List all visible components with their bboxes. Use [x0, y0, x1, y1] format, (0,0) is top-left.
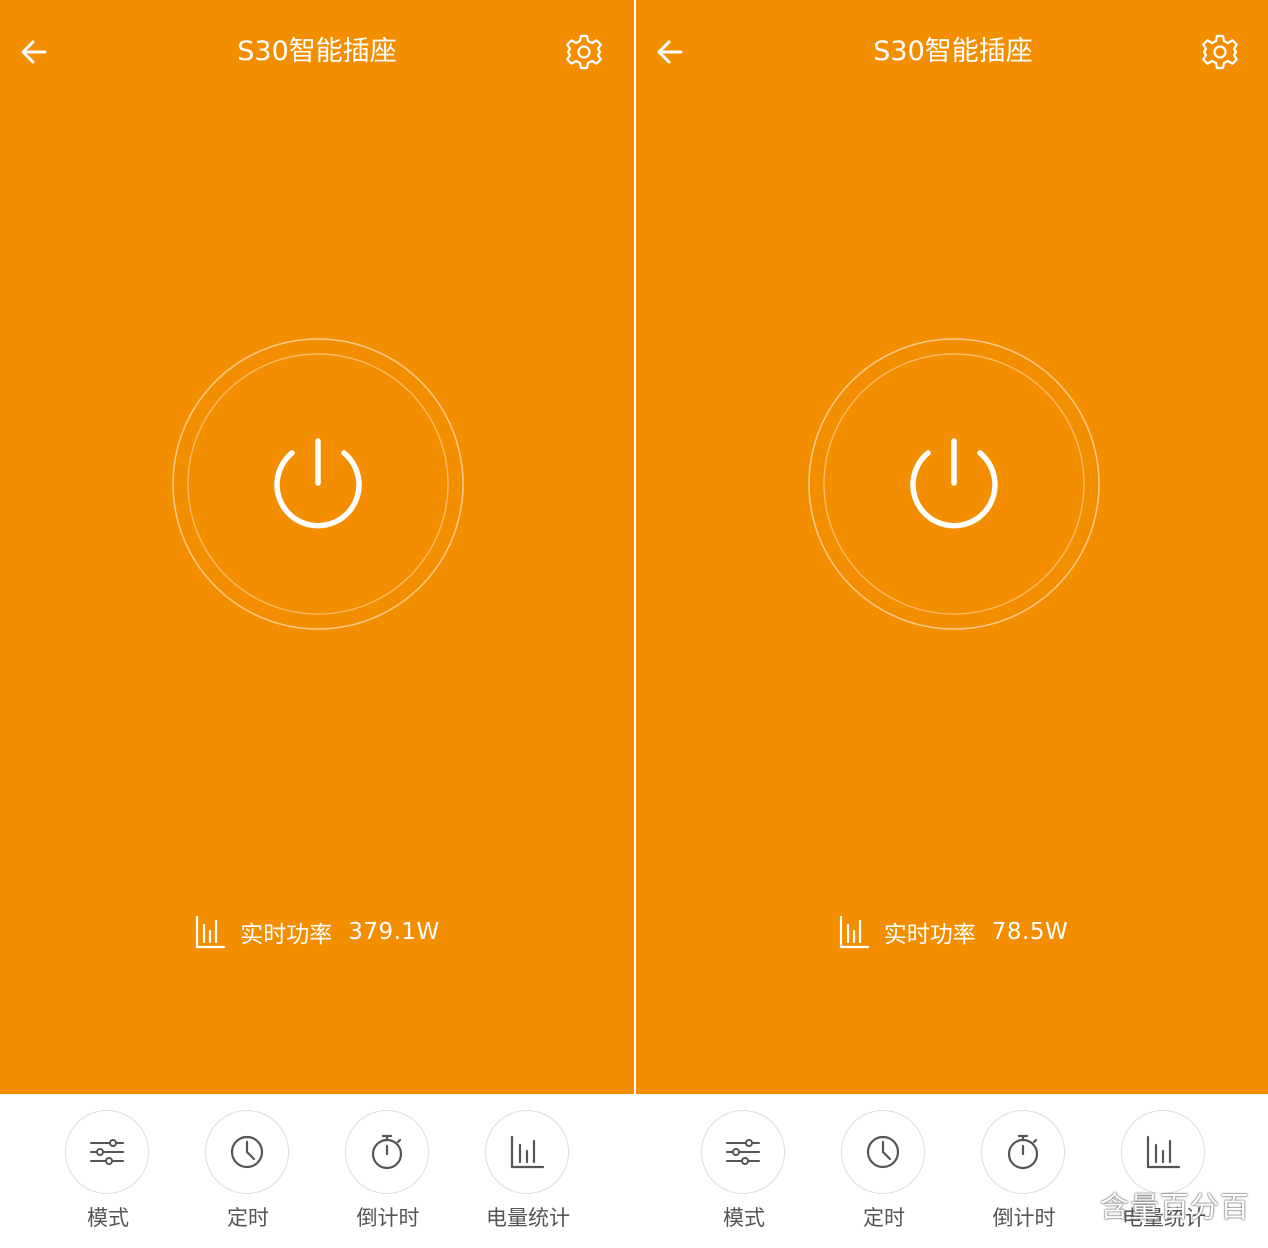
- bottom-dock: 模式 定时 倒计时 电量统计: [0, 1094, 634, 1248]
- schedule-button[interactable]: 定时: [814, 1110, 954, 1240]
- power-value: 379.1W: [348, 919, 440, 945]
- stopwatch-icon: [371, 1134, 403, 1170]
- bar-chart-icon: [196, 915, 226, 949]
- settings-button[interactable]: [562, 30, 606, 74]
- mode-button-circle: [65, 1110, 149, 1194]
- stopwatch-icon: [1007, 1134, 1039, 1170]
- arrow-left-icon: [657, 40, 683, 64]
- power-label: 实时功率: [883, 922, 976, 948]
- power-button[interactable]: [170, 338, 466, 634]
- mode-button[interactable]: 模式: [674, 1110, 814, 1240]
- arrow-left-icon: [21, 40, 47, 64]
- countdown-button-circle: [981, 1110, 1065, 1194]
- control-area: S30智能插座: [636, 0, 1268, 1094]
- sliders-icon: [90, 1139, 124, 1165]
- back-button[interactable]: [650, 32, 690, 72]
- control-area: S30智能插座: [0, 0, 634, 1094]
- clock-icon: [230, 1135, 264, 1169]
- schedule-button-circle: [205, 1110, 289, 1194]
- mode-label: 模式: [87, 1206, 129, 1230]
- schedule-label: 定时: [863, 1206, 905, 1230]
- page-title: S30智能插座: [873, 36, 1033, 67]
- energy-stats-label: 电量统计: [486, 1206, 570, 1230]
- bar-chart-icon: [510, 1135, 545, 1169]
- gear-icon: [566, 34, 602, 70]
- power-reading: 实时功率 379.1W: [0, 912, 634, 952]
- clock-icon: [866, 1135, 900, 1169]
- countdown-button-circle: [345, 1110, 429, 1194]
- settings-button[interactable]: [1198, 30, 1242, 74]
- countdown-button[interactable]: 倒计时: [954, 1110, 1094, 1240]
- gear-icon: [1202, 34, 1238, 70]
- sliders-icon: [726, 1139, 760, 1165]
- countdown-button[interactable]: 倒计时: [318, 1110, 458, 1240]
- schedule-label: 定时: [227, 1206, 269, 1230]
- watermark: 含量百分百: [1099, 1190, 1250, 1224]
- schedule-button-circle: [841, 1110, 925, 1194]
- energy-stats-button-circle: [485, 1110, 569, 1194]
- power-icon: [172, 338, 464, 630]
- mode-button[interactable]: 模式: [38, 1110, 178, 1240]
- mode-button-circle: [701, 1110, 785, 1194]
- power-icon: [808, 338, 1100, 630]
- energy-stats-button[interactable]: 电量统计: [458, 1110, 598, 1240]
- screen-left: S30智能插座 实时功率 379.1W 模式 定时 倒计时 电量统计: [0, 0, 634, 1248]
- page-title: S30智能插座: [237, 36, 397, 67]
- mode-label: 模式: [723, 1206, 765, 1230]
- schedule-button[interactable]: 定时: [178, 1110, 318, 1240]
- energy-stats-button-circle: [1121, 1110, 1205, 1194]
- screen-right: S30智能插座 实时功率 78.5W 模式 定时 倒计时 电量统计: [636, 0, 1268, 1248]
- bar-chart-icon: [839, 915, 869, 949]
- power-value: 78.5W: [991, 919, 1069, 945]
- countdown-label: 倒计时: [992, 1206, 1056, 1230]
- bar-chart-icon: [1146, 1135, 1181, 1169]
- power-button[interactable]: [806, 338, 1102, 634]
- back-button[interactable]: [14, 32, 54, 72]
- power-label: 实时功率: [240, 922, 333, 948]
- power-reading: 实时功率 78.5W: [636, 912, 1268, 952]
- countdown-label: 倒计时: [356, 1206, 420, 1230]
